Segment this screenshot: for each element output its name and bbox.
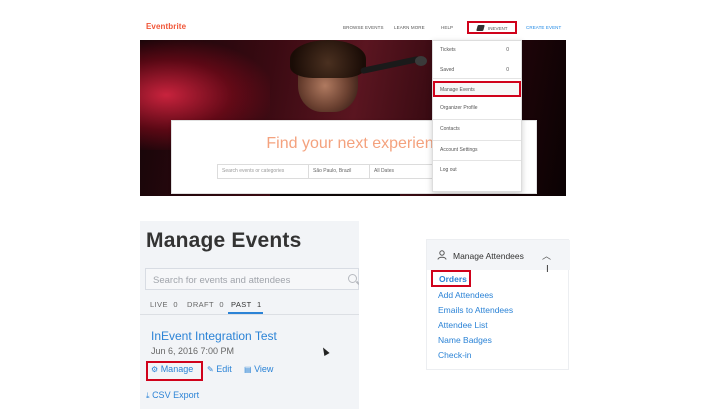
manage-attendees-panel: Manage Attendees ︿ Orders Add Attendees …: [426, 239, 570, 370]
tab-label: DRAFT: [187, 300, 214, 309]
view-label: View: [254, 364, 274, 374]
add-attendees-link[interactable]: Add Attendees: [438, 290, 493, 300]
search-icon[interactable]: [348, 274, 357, 283]
nav-learn-more[interactable]: LEARN MORE: [394, 25, 425, 30]
account-icon: [476, 25, 485, 31]
nav-create-event[interactable]: CREATE EVENT: [526, 25, 561, 30]
text-cursor-icon: I: [546, 264, 549, 275]
nav-browse-events[interactable]: BROWSE EVENTS: [343, 25, 384, 30]
date-select[interactable]: All Dates: [374, 168, 394, 174]
menu-item-saved[interactable]: Saved 0: [433, 63, 521, 77]
menu-item-label: Organizer Profile: [440, 105, 478, 111]
tab-count: 1: [256, 300, 262, 309]
menu-item-label: Contacts: [440, 126, 460, 132]
tickets-count: 0: [506, 47, 509, 53]
menu-item-label: Log out: [440, 167, 457, 173]
menu-item-label: Manage Events: [440, 87, 475, 93]
menu-divider: [433, 78, 521, 79]
csv-export-label: CSV Export: [152, 390, 200, 400]
tab-count: 0: [173, 300, 178, 309]
menu-divider: [433, 119, 521, 120]
emails-to-attendees-link[interactable]: Emails to Attendees: [438, 305, 513, 315]
menu-item-organizer-profile[interactable]: Organizer Profile: [433, 101, 521, 115]
gear-icon: ⚙: [151, 365, 159, 374]
menu-item-contacts[interactable]: Contacts: [433, 122, 521, 136]
hero-photo-mic-head: [415, 56, 427, 66]
active-tab-underline: [228, 312, 263, 314]
location-field[interactable]: São Paulo, Brazil: [313, 168, 351, 174]
person-icon: [437, 250, 447, 260]
hero-photo-hair: [290, 40, 366, 78]
tabs-divider: [140, 314, 359, 315]
pencil-icon: ✎: [207, 365, 214, 374]
check-in-link[interactable]: Check-in: [438, 350, 472, 360]
chevron-up-icon[interactable]: ︿: [542, 249, 551, 262]
search-input[interactable]: Search for events and attendees: [145, 268, 359, 290]
search-placeholder: Search for events and attendees: [153, 275, 291, 286]
menu-item-label: Account Settings: [440, 147, 478, 153]
attendee-list-link[interactable]: Attendee List: [438, 320, 488, 330]
tab-label: LIVE: [150, 300, 168, 309]
eventbrite-header: Eventbrite BROWSE EVENTS LEARN MORE HELP…: [140, 16, 566, 41]
nav-account-label: INEVENT: [488, 25, 508, 31]
name-badges-link[interactable]: Name Badges: [438, 335, 492, 345]
menu-item-label: Tickets: [440, 47, 456, 53]
event-search-input[interactable]: Search events or categories: [222, 168, 284, 174]
manage-link[interactable]: ⚙ Manage: [151, 364, 193, 374]
search-divider: [308, 165, 309, 178]
csv-export-link[interactable]: ⤓ CSV Export: [146, 390, 199, 401]
menu-divider: [433, 140, 521, 141]
tab-label: PAST: [231, 300, 252, 309]
saved-count: 0: [506, 67, 509, 73]
edit-label: Edit: [216, 364, 232, 374]
menu-item-manage-events[interactable]: Manage Events: [433, 81, 521, 97]
tab-draft[interactable]: DRAFT 0: [187, 300, 224, 309]
manage-attendees-title: Manage Attendees: [453, 251, 524, 261]
manage-label: Manage: [160, 364, 194, 374]
document-icon: ▤: [244, 365, 252, 374]
menu-item-logout[interactable]: Log out: [433, 163, 521, 177]
nav-help[interactable]: HELP: [441, 25, 453, 30]
menu-divider: [433, 160, 521, 161]
nav-account-inevent[interactable]: INEVENT: [467, 21, 517, 34]
download-icon: ⤓: [146, 391, 150, 400]
page-title: Manage Events: [146, 229, 302, 252]
manage-events-panel: Manage Events Search for events and atte…: [140, 221, 359, 409]
hero-photo-mic: [360, 55, 420, 75]
menu-item-label: Saved: [440, 67, 455, 73]
event-title-link[interactable]: InEvent Integration Test: [151, 329, 277, 343]
menu-item-tickets[interactable]: Tickets 0: [433, 43, 521, 57]
orders-link[interactable]: Orders: [439, 274, 467, 284]
view-link[interactable]: ▤ View: [244, 364, 273, 374]
tab-live[interactable]: LIVE 0: [150, 300, 178, 309]
search-divider: [369, 165, 370, 178]
menu-item-account-settings[interactable]: Account Settings: [433, 143, 521, 157]
eventbrite-screenshot: Eventbrite BROWSE EVENTS LEARN MORE HELP…: [140, 16, 566, 196]
tab-past[interactable]: PAST 1: [231, 300, 262, 309]
eventbrite-logo[interactable]: Eventbrite: [146, 22, 186, 31]
account-dropdown-menu: Tickets 0 Saved 0 Manage Events Organize…: [432, 40, 522, 192]
tab-count: 0: [219, 300, 224, 309]
event-date: Jun 6, 2016 7:00 PM: [151, 346, 235, 356]
edit-link[interactable]: ✎ Edit: [207, 364, 232, 374]
